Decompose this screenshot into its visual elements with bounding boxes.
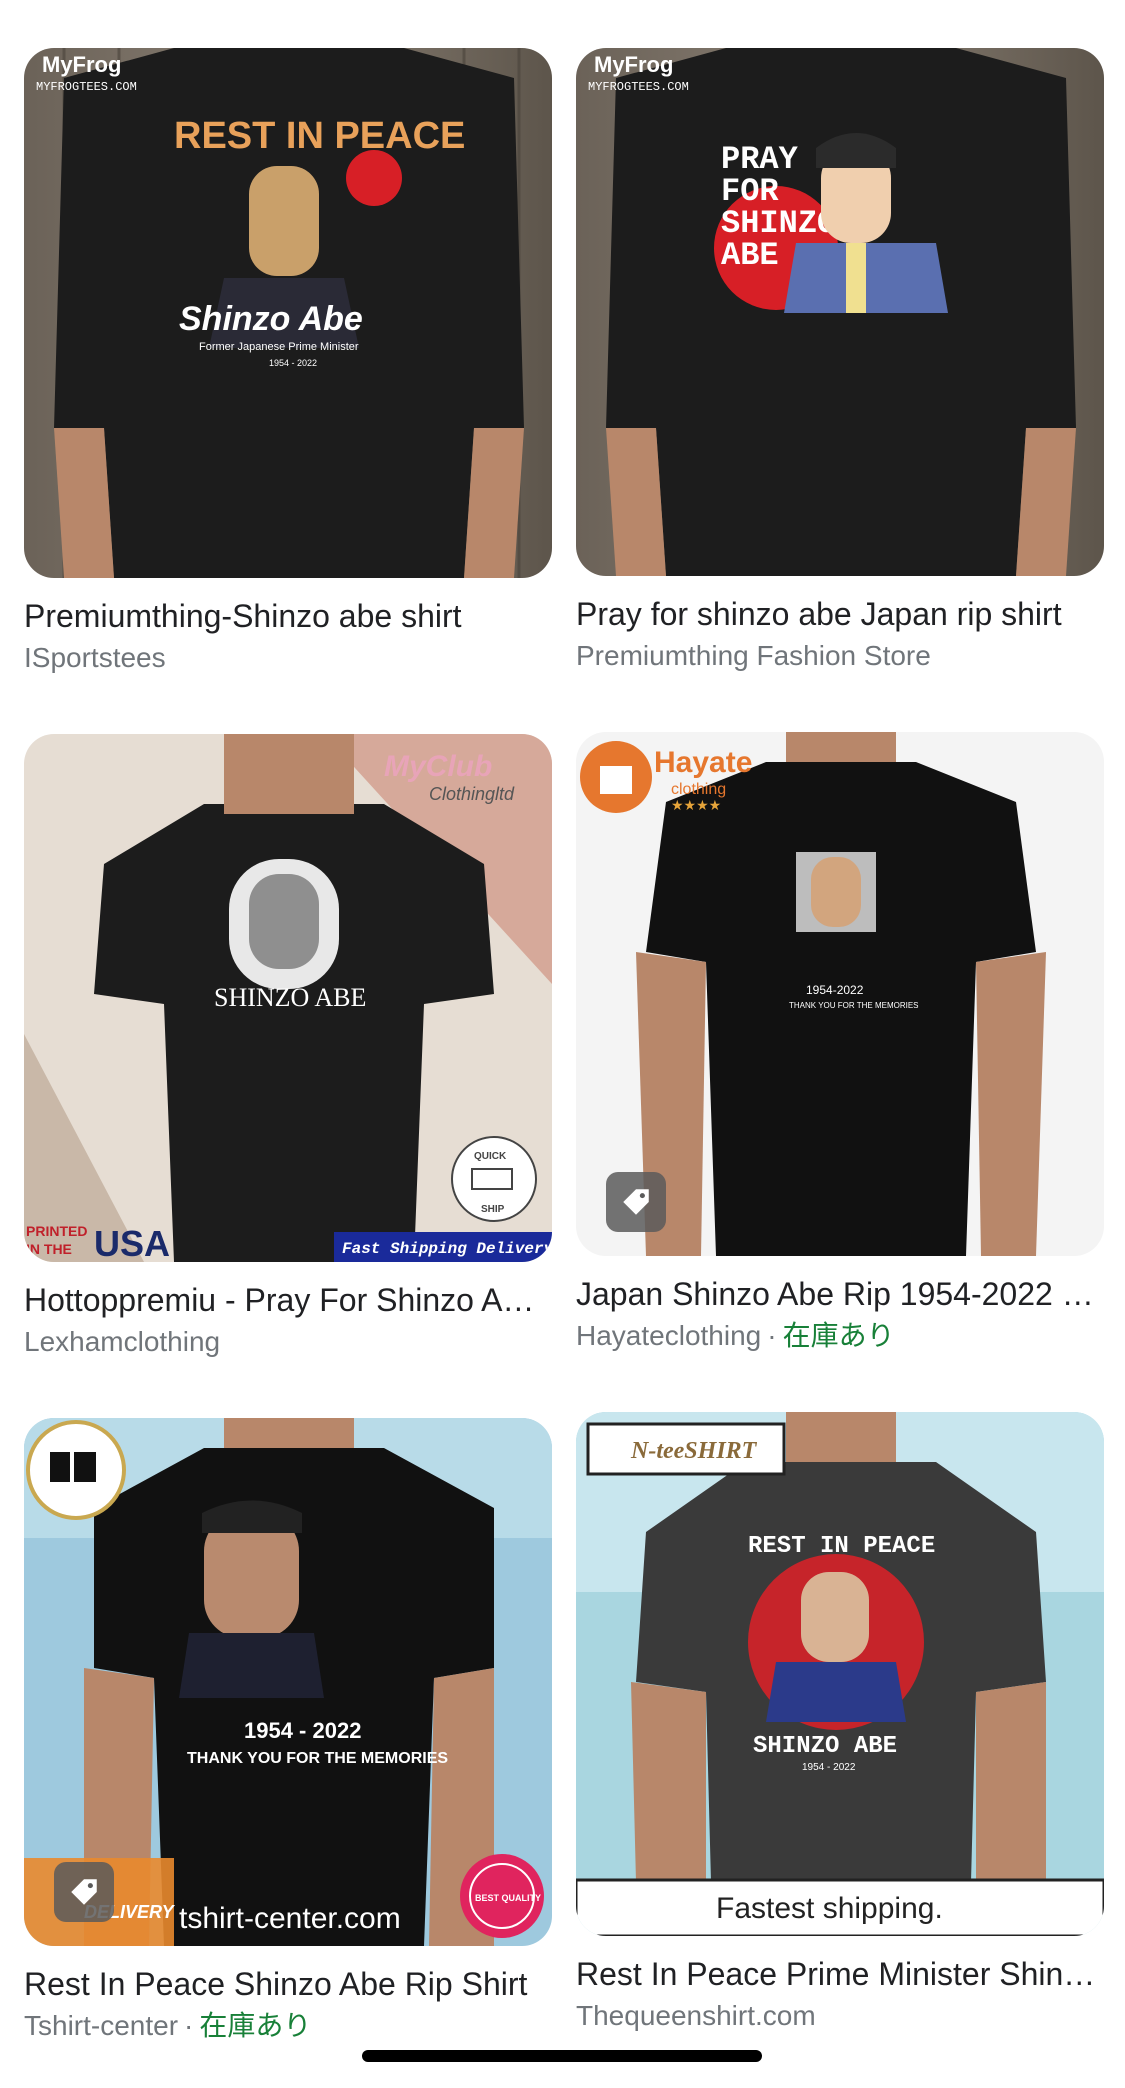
image-3-name: SHINZO ABE [214, 983, 366, 1012]
result-card-2[interactable]: MyFrog MYFROGTEES.COM PRAY FOR SHINZO AB… [576, 48, 1104, 674]
result-source-1: ISportstees [24, 642, 166, 673]
image-6-years: 1954 - 2022 [802, 1762, 856, 1773]
result-source-3: Lexhamclothing [24, 1326, 221, 1357]
tag-icon [71, 1879, 97, 1905]
result-title-1[interactable]: Premiumthing-Shinzo abe shirt [24, 596, 544, 636]
product-image-5[interactable]: 1954 - 2022 THANK YOU FOR THE MEMORIES D… [24, 1418, 552, 1946]
image-6-brand: N-teeSHIRT [630, 1438, 758, 1464]
result-title-5[interactable]: Rest In Peace Shinzo Abe Rip Shirt [24, 1964, 544, 2004]
image-3-printed: PRINTED [26, 1223, 87, 1239]
image-2-watermark: MyFrog [594, 52, 673, 77]
result-card-6[interactable]: N-teeSHIRT REST IN PEACE SHINZO ABE 1954… [576, 1412, 1104, 2034]
image-1-years: 1954 - 2022 [269, 358, 317, 368]
image-5-site: tshirt-center.com [179, 1902, 401, 1935]
image-3-brand-sub: Clothingltd [429, 784, 515, 804]
image-3-in-the: IN THE [26, 1241, 72, 1257]
result-source-5: Tshirt-center · 在庫あり [24, 2008, 552, 2044]
product-image-2[interactable]: MyFrog MYFROGTEES.COM PRAY FOR SHINZO AB… [576, 48, 1104, 576]
result-source-4-name: Hayateclothing [576, 1320, 762, 1351]
image-3-badge-top: QUICK [474, 1151, 507, 1162]
image-1-watermark-sub: MYFROGTEES.COM [36, 80, 137, 94]
result-source-5-name: Tshirt-center [24, 2010, 179, 2041]
image-4-brand-sub: clothing [671, 781, 726, 798]
in-stock-label: 在庫あり [782, 1320, 895, 1351]
image-1-name: Shinzo Abe [179, 300, 363, 338]
result-title-3[interactable]: Hottoppremiu - Pray For Shinzo Abe Shirt [24, 1280, 544, 1320]
image-2-watermark-sub: MYFROGTEES.COM [588, 80, 689, 94]
result-card-4[interactable]: Hayate clothing ★★★★ 1954-2022 THANK YOU… [576, 732, 1104, 1354]
product-image-6[interactable]: N-teeSHIRT REST IN PEACE SHINZO ABE 1954… [576, 1412, 1104, 1936]
image-5-years: 1954 - 2022 [244, 1718, 361, 1743]
result-card-5[interactable]: 1954 - 2022 THANK YOU FOR THE MEMORIES D… [24, 1418, 552, 2044]
image-3-usa: USA [94, 1223, 170, 1262]
result-title-4[interactable]: Japan Shinzo Abe Rip 1954-2022 Shirt [576, 1274, 1096, 1314]
image-4-stars: ★★★★ [671, 798, 721, 814]
in-stock-label: 在庫あり [199, 2010, 312, 2041]
image-1-headline: REST IN PEACE [174, 115, 465, 157]
product-image-3[interactable]: MyClub Clothingltd SHINZO ABE QUICK SHIP… [24, 734, 552, 1262]
image-1-subtitle: Former Japanese Prime Minister [199, 341, 359, 353]
shopping-tag-badge [606, 1172, 666, 1232]
image-3-badge-bottom: SHIP [481, 1204, 505, 1215]
image-4-years: 1954-2022 [806, 983, 864, 997]
result-card-3[interactable]: MyClub Clothingltd SHINZO ABE QUICK SHIP… [24, 734, 552, 1360]
home-indicator[interactable] [362, 2050, 762, 2062]
image-6-headline: REST IN PEACE [748, 1533, 935, 1560]
tag-icon [623, 1189, 649, 1215]
image-2-line4: ABE [721, 237, 779, 274]
result-source-4: Hayateclothing · 在庫あり [576, 1318, 1104, 1354]
result-card-1[interactable]: MyFrog MYFROGTEES.COM REST IN PEACE Shin… [24, 48, 552, 676]
image-5-quality: BEST QUALITY [475, 1893, 541, 1903]
image-4-memories: THANK YOU FOR THE MEMORIES [789, 1001, 919, 1010]
image-1-watermark: MyFrog [42, 52, 121, 77]
separator-dot: · [767, 1320, 777, 1351]
result-title-6[interactable]: Rest In Peace Prime Minister Shinzo Abe [576, 1954, 1096, 1994]
product-image-1[interactable]: MyFrog MYFROGTEES.COM REST IN PEACE Shin… [24, 48, 552, 578]
image-6-name: SHINZO ABE [753, 1733, 897, 1760]
shopping-tag-badge [54, 1862, 114, 1922]
result-title-2[interactable]: Pray for shinzo abe Japan rip shirt [576, 594, 1096, 634]
image-3-banner: Fast Shipping Delivery [342, 1240, 552, 1258]
image-5-memories: THANK YOU FOR THE MEMORIES [187, 1750, 448, 1767]
image-3-brand: MyClub [384, 750, 492, 783]
result-source-2: Premiumthing Fashion Store [576, 640, 931, 671]
result-source-6: Thequeenshirt.com [576, 2000, 816, 2031]
separator-dot: · [184, 2010, 194, 2041]
product-image-4[interactable]: Hayate clothing ★★★★ 1954-2022 THANK YOU… [576, 732, 1104, 1256]
image-4-brand: Hayate [654, 746, 752, 779]
image-6-footer: Fastest shipping. [716, 1892, 943, 1925]
